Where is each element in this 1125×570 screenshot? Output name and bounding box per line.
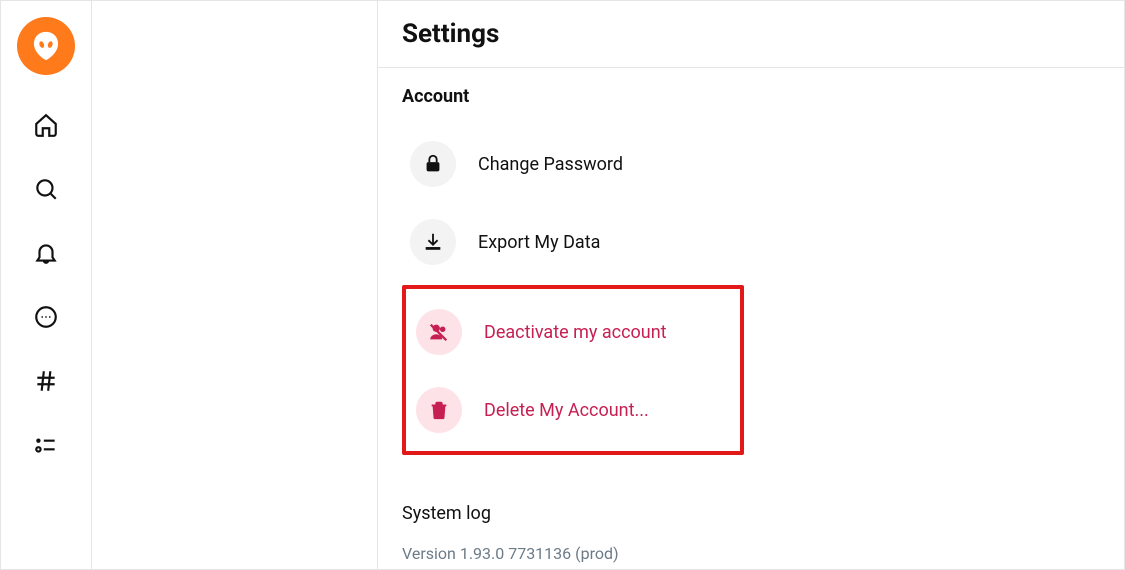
page-title: Settings (402, 19, 1100, 49)
alien-icon (29, 29, 63, 63)
delete-account-item[interactable]: Delete My Account... (408, 371, 738, 449)
bell-icon (33, 240, 59, 266)
hashtag-icon (33, 368, 59, 394)
lock-icon (410, 141, 456, 187)
export-data-item[interactable]: Export My Data (402, 203, 1100, 281)
page-header: Settings (378, 1, 1124, 68)
download-icon (410, 219, 456, 265)
deactivate-icon (416, 309, 462, 355)
system-log-title: System log (402, 503, 1100, 524)
deactivate-account-label: Deactivate my account (484, 322, 667, 343)
nav-hashtag[interactable] (32, 367, 60, 395)
export-data-label: Export My Data (478, 232, 600, 253)
trash-icon (416, 387, 462, 433)
chat-icon (33, 304, 59, 330)
version-text: Version 1.93.0 7731136 (prod) (402, 544, 1100, 563)
list-icon (33, 432, 59, 458)
home-icon (33, 112, 59, 138)
settings-content: Account Change Password Export My Data (378, 68, 1124, 563)
nav-messages[interactable] (32, 303, 60, 331)
nav-list[interactable] (32, 431, 60, 459)
danger-highlight-box: Deactivate my account Delete My Account.… (402, 285, 744, 455)
main-panel: Settings Account Change Password Export … (378, 1, 1124, 569)
deactivate-account-item[interactable]: Deactivate my account (408, 293, 738, 371)
avatar[interactable] (17, 17, 75, 75)
nav-notifications[interactable] (32, 239, 60, 267)
account-section-title: Account (402, 86, 1100, 107)
nav-home[interactable] (32, 111, 60, 139)
delete-account-label: Delete My Account... (484, 400, 649, 421)
left-nav-rail (1, 1, 92, 569)
nav-search[interactable] (32, 175, 60, 203)
change-password-item[interactable]: Change Password (402, 125, 1100, 203)
search-icon (33, 176, 59, 202)
secondary-panel (92, 1, 378, 569)
change-password-label: Change Password (478, 154, 623, 175)
